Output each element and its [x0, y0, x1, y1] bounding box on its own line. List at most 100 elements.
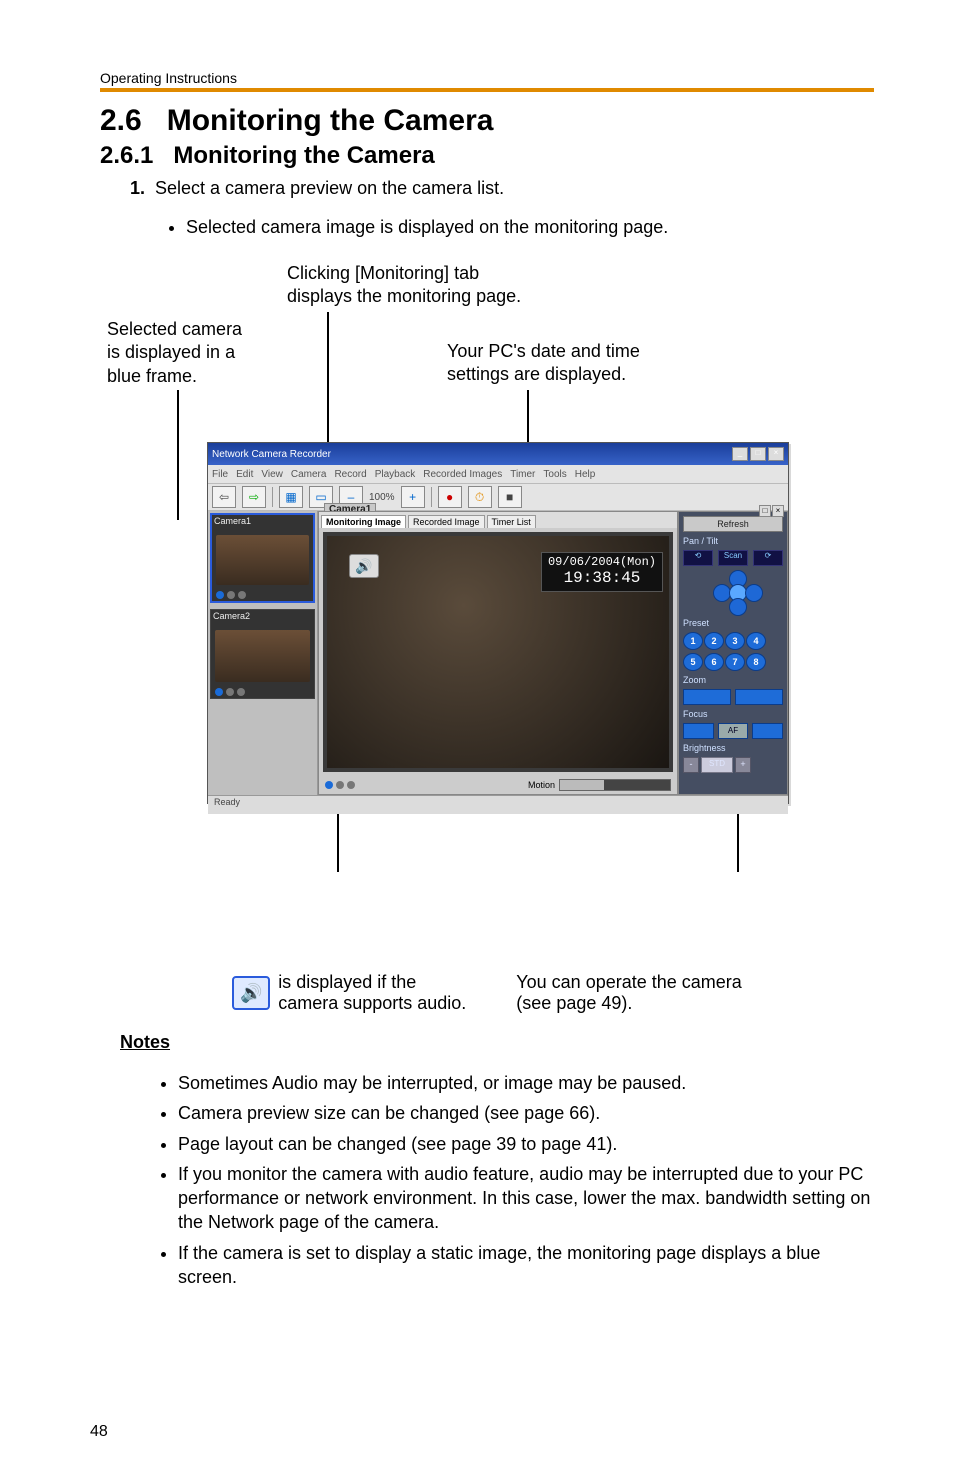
- record-button[interactable]: ●: [438, 486, 462, 508]
- status-bar: Ready: [208, 795, 788, 814]
- pan-right-button[interactable]: [745, 584, 763, 602]
- focus-auto-button[interactable]: AF: [718, 723, 749, 739]
- running-head: Operating Instructions: [100, 70, 874, 86]
- scan-left-button[interactable]: ⟲: [683, 550, 713, 566]
- pantilt-pad: [683, 570, 783, 614]
- scan-button[interactable]: Scan: [718, 550, 748, 566]
- separator: [431, 487, 432, 507]
- callout-operate-camera: You can operate the camera (see page 49)…: [516, 972, 742, 1014]
- camera-preview-2[interactable]: Camera2: [210, 609, 315, 699]
- zoom-out-button[interactable]: [683, 689, 731, 705]
- close-button[interactable]: ×: [768, 447, 784, 461]
- menu-item[interactable]: File: [212, 469, 228, 480]
- focus-near-button[interactable]: [683, 723, 714, 739]
- menu-item[interactable]: View: [261, 469, 283, 480]
- menu-item[interactable]: Timer: [510, 469, 535, 480]
- scan-right-button[interactable]: ⟳: [753, 550, 783, 566]
- menu-item[interactable]: Tools: [543, 469, 566, 480]
- brightness-label: Brightness: [683, 743, 783, 753]
- camera-indicators: [215, 688, 245, 696]
- speaker-icon[interactable]: 🔊: [349, 554, 379, 578]
- menu-item[interactable]: Camera: [291, 469, 327, 480]
- menu-item[interactable]: Edit: [236, 469, 253, 480]
- monitor-footer: Motion: [319, 776, 677, 794]
- tab-monitoring-image[interactable]: Monitoring Image: [321, 515, 406, 528]
- brightness-std-button[interactable]: STD: [701, 757, 733, 773]
- indicator-dot: [216, 591, 224, 599]
- monitor-tabs: Monitoring Image Recorded Image Timer Li…: [319, 512, 677, 528]
- tool-bar: ⇦ ⇨ ▦ ▭ – 100% + ● ⏱ ■: [208, 483, 788, 511]
- zoom-in-button[interactable]: +: [401, 486, 425, 508]
- preset-button[interactable]: 7: [725, 653, 745, 671]
- camera-preview-1[interactable]: Camera1: [210, 513, 315, 603]
- title-bar[interactable]: Network Camera Recorder _ □ ×: [208, 443, 788, 465]
- minimize-button[interactable]: _: [732, 447, 748, 461]
- callout-line: camera supports audio.: [278, 993, 466, 1013]
- forward-button[interactable]: ⇨: [242, 486, 266, 508]
- callout-line: is displayed if the: [278, 972, 416, 992]
- camera-thumb: [215, 630, 310, 682]
- note-item: If the camera is set to display a static…: [178, 1241, 874, 1290]
- zoom-label: Zoom: [683, 675, 783, 685]
- indicator-dot: [336, 781, 344, 789]
- indicator-dot: [215, 688, 223, 696]
- preset-button[interactable]: 4: [746, 632, 766, 650]
- monitor-pane: Monitoring Image Recorded Image Timer Li…: [318, 511, 678, 795]
- window-title: Network Camera Recorder: [212, 449, 331, 460]
- step-text: Select a camera preview on the camera li…: [155, 178, 504, 198]
- leader-line: [177, 390, 179, 520]
- preset-button[interactable]: 2: [704, 632, 724, 650]
- note-item: If you monitor the camera with audio fea…: [178, 1162, 874, 1235]
- callout-line: displays the monitoring page.: [287, 286, 521, 306]
- indicator-dot: [226, 688, 234, 696]
- indicator-dot: [238, 591, 246, 599]
- preset-button[interactable]: 3: [725, 632, 745, 650]
- app-body: Camera1 Camera2: [208, 511, 788, 795]
- back-button[interactable]: ⇦: [212, 486, 236, 508]
- pantilt-label: Pan / Tilt: [683, 536, 783, 546]
- maximize-button[interactable]: □: [750, 447, 766, 461]
- focus-far-button[interactable]: [752, 723, 783, 739]
- view-grid-button[interactable]: ▦: [279, 486, 303, 508]
- stop-button[interactable]: ■: [498, 486, 522, 508]
- menu-item[interactable]: Record: [334, 469, 366, 480]
- monitoring-image[interactable]: 🔊 09/06/2004(Mon) 19:38:45: [323, 532, 673, 772]
- menu-item[interactable]: Playback: [375, 469, 416, 480]
- menu-item[interactable]: Help: [575, 469, 596, 480]
- preset-button[interactable]: 5: [683, 653, 703, 671]
- inner-maximize-icon[interactable]: □: [759, 505, 771, 517]
- section-number: 2.6: [100, 104, 142, 137]
- tab-timer-list[interactable]: Timer List: [487, 515, 536, 528]
- preset-button[interactable]: 6: [704, 653, 724, 671]
- timestamp-date: 09/06/2004(Mon): [548, 555, 656, 569]
- menu-bar[interactable]: File Edit View Camera Record Playback Re…: [208, 465, 788, 483]
- inner-close-icon[interactable]: ×: [772, 505, 784, 517]
- step-line: 1.Select a camera preview on the camera …: [130, 178, 874, 199]
- menu-item[interactable]: Recorded Images: [423, 469, 502, 480]
- zoom-in-button[interactable]: [735, 689, 783, 705]
- timer-button[interactable]: ⏱: [468, 486, 492, 508]
- subsection-title: Monitoring the Camera: [173, 142, 434, 169]
- note-item: Page layout can be changed (see page 39 …: [178, 1132, 874, 1156]
- callout-line: Selected camera: [107, 319, 242, 339]
- camera-indicators: [216, 591, 246, 599]
- callout-date-time: Your PC's date and time settings are dis…: [447, 340, 640, 387]
- camera-label: Camera2: [213, 611, 250, 621]
- preset-label: Preset: [683, 618, 783, 628]
- tab-recorded-image[interactable]: Recorded Image: [408, 515, 485, 528]
- preset-button[interactable]: 8: [746, 653, 766, 671]
- diagram: Clicking [Monitoring] tab displays the m…: [107, 262, 867, 962]
- camera-label: Camera1: [214, 516, 251, 526]
- notes-heading: Notes: [120, 1032, 874, 1053]
- subsection-number: 2.6.1: [100, 142, 153, 169]
- callout-monitoring-tab: Clicking [Monitoring] tab displays the m…: [287, 262, 521, 309]
- brightness-up-button[interactable]: +: [735, 757, 751, 773]
- brightness-down-button[interactable]: -: [683, 757, 699, 773]
- tilt-down-button[interactable]: [729, 598, 747, 616]
- zoom-level: 100%: [369, 492, 395, 503]
- motion-bar: [559, 779, 671, 791]
- indicator-dot: [227, 591, 235, 599]
- preset-button[interactable]: 1: [683, 632, 703, 650]
- refresh-button[interactable]: Refresh: [683, 516, 783, 532]
- callout-line: blue frame.: [107, 366, 197, 386]
